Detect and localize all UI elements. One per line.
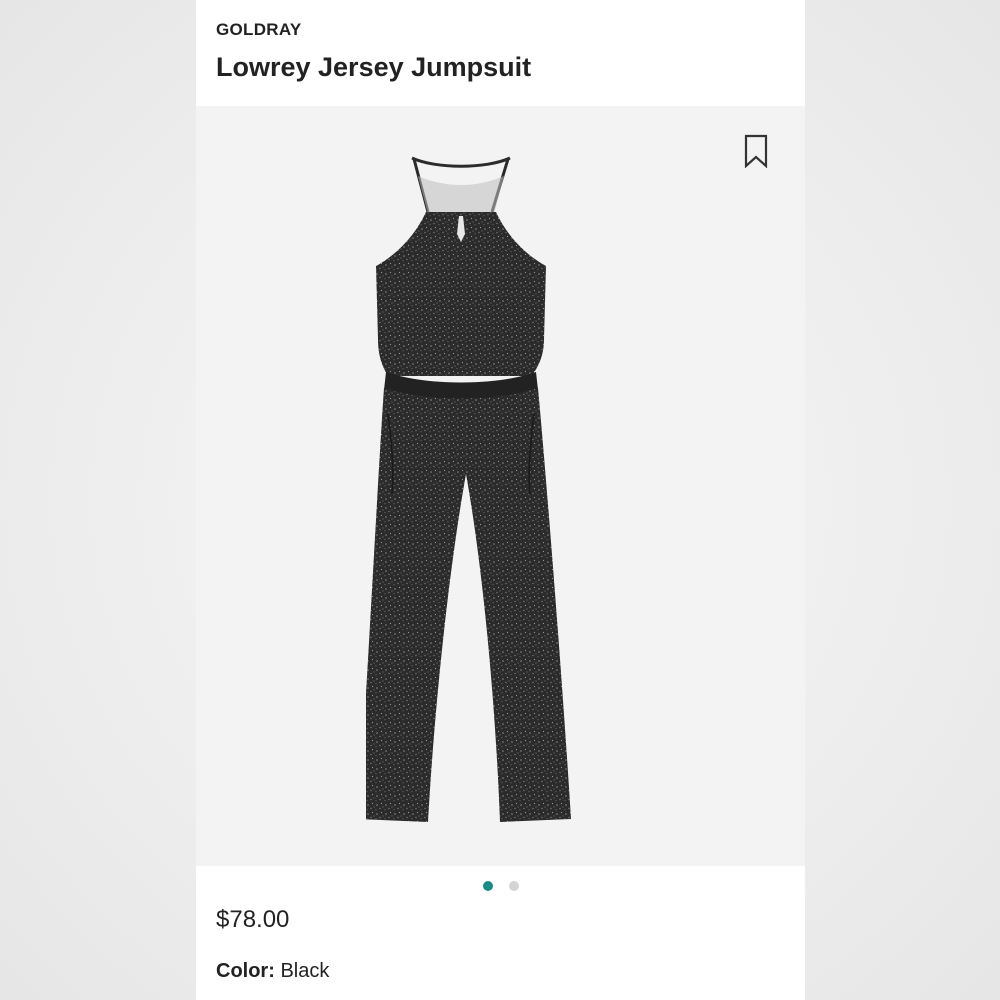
product-price: $78.00 <box>216 906 290 933</box>
bookmark-icon[interactable] <box>744 134 768 169</box>
product-title: Lowrey Jersey Jumpsuit <box>216 52 532 82</box>
color-info: Color: Black <box>216 960 329 983</box>
product-card: GOLDRAY Lowrey Jersey Jumpsuit $78.00 Co… <box>196 0 805 1000</box>
carousel-pager <box>196 866 805 906</box>
brand-name: GOLDRAY <box>216 20 302 39</box>
color-label: Color: <box>216 960 275 982</box>
color-value: Black <box>280 960 330 982</box>
product-image <box>366 156 571 822</box>
product-header: GOLDRAY Lowrey Jersey Jumpsuit <box>196 0 805 106</box>
carousel-dot-1[interactable] <box>482 881 493 891</box>
carousel-dot-2[interactable] <box>508 881 519 891</box>
product-image-carousel[interactable] <box>196 106 805 866</box>
